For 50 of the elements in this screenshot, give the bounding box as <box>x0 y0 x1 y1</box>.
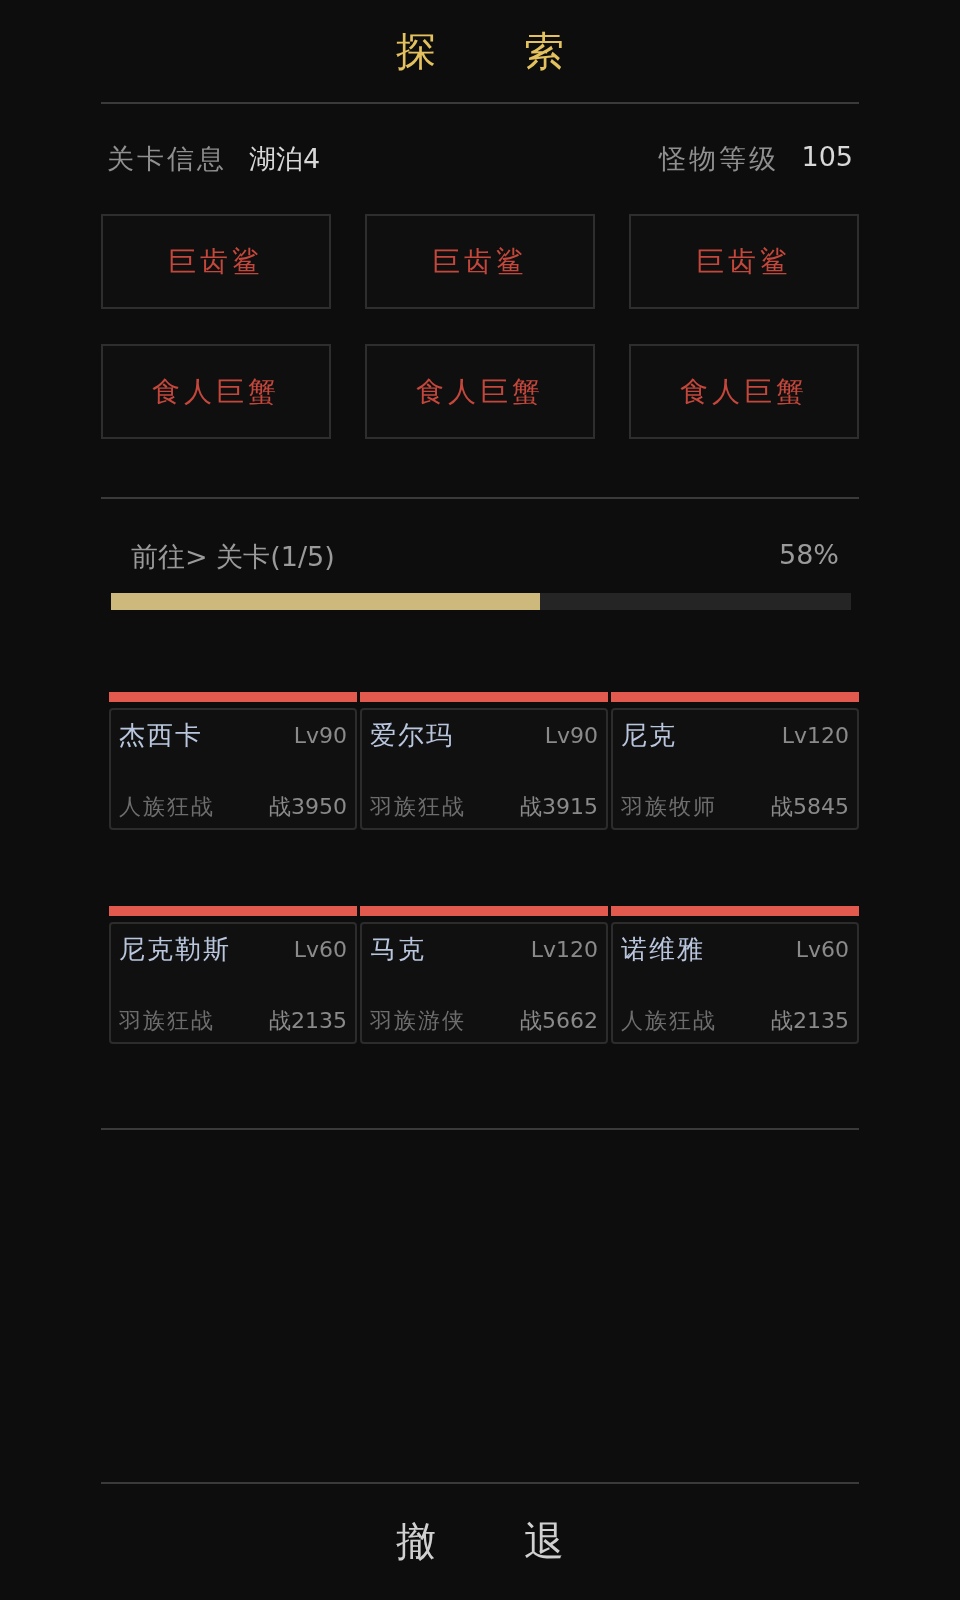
hero-class: 人族狂战 <box>119 793 215 821</box>
monster-name: 食人巨蟹 <box>680 373 808 410</box>
hero-name: 杰西卡 <box>119 719 203 752</box>
stage-info-label: 关卡信息 <box>107 142 227 176</box>
hero-class: 人族狂战 <box>621 1007 717 1035</box>
hero-level: Lv90 <box>544 723 598 748</box>
monster-card[interactable]: 巨齿鲨 <box>101 214 331 309</box>
hero-level: Lv90 <box>293 723 347 748</box>
monster-name: 食人巨蟹 <box>416 373 544 410</box>
hero-card[interactable]: 马克 Lv120 羽族游侠 战5662 <box>360 922 608 1044</box>
hero-class: 羽族游侠 <box>370 1007 466 1035</box>
monster-card[interactable]: 食人巨蟹 <box>365 344 595 439</box>
monster-card[interactable]: 巨齿鲨 <box>365 214 595 309</box>
hero-level: Lv60 <box>293 937 347 962</box>
progress-percent: 58% <box>779 539 839 572</box>
hero-level: Lv120 <box>530 937 598 962</box>
hero-level: Lv120 <box>781 723 849 748</box>
monster-name: 巨齿鲨 <box>696 243 792 280</box>
hero-name: 尼克 <box>621 719 677 752</box>
page-title: 探索 <box>396 26 652 76</box>
hero-power: 战3915 <box>520 793 598 821</box>
hero-class: 羽族狂战 <box>370 793 466 821</box>
progress-label: 前往> 关卡(1/5) <box>131 540 335 574</box>
hero-class: 羽族牧师 <box>621 793 717 821</box>
monster-name: 食人巨蟹 <box>152 373 280 410</box>
hero-power: 战5845 <box>771 793 849 821</box>
hero-name: 马克 <box>370 933 426 966</box>
monster-card[interactable]: 食人巨蟹 <box>101 344 331 439</box>
hero-name: 尼克勒斯 <box>119 933 231 966</box>
monster-level-label: 怪物等级 <box>659 142 780 176</box>
hero-name: 爱尔玛 <box>370 719 454 752</box>
monster-name: 巨齿鲨 <box>168 243 264 280</box>
hero-level: Lv60 <box>795 937 849 962</box>
hero-power: 战2135 <box>771 1007 849 1035</box>
hero-card[interactable]: 杰西卡 Lv90 人族狂战 战3950 <box>109 708 357 830</box>
monster-level-value: 105 <box>801 141 853 174</box>
stage-name: 湖泊4 <box>249 142 321 176</box>
monster-card[interactable]: 食人巨蟹 <box>629 344 859 439</box>
monster-name: 巨齿鲨 <box>432 243 528 280</box>
hero-name: 诺维雅 <box>621 933 705 966</box>
hero-card[interactable]: 尼克 Lv120 羽族牧师 战5845 <box>611 708 859 830</box>
hero-card[interactable]: 尼克勒斯 Lv60 羽族狂战 战2135 <box>109 922 357 1044</box>
hero-class: 羽族狂战 <box>119 1007 215 1035</box>
hero-power: 战2135 <box>269 1007 347 1035</box>
hero-power: 战3950 <box>269 793 347 821</box>
monster-card[interactable]: 巨齿鲨 <box>629 214 859 309</box>
retreat-button[interactable]: 撤退 <box>396 1506 652 1577</box>
hero-card[interactable]: 爱尔玛 Lv90 羽族狂战 战3915 <box>360 708 608 830</box>
hero-card[interactable]: 诺维雅 Lv60 人族狂战 战2135 <box>611 922 859 1044</box>
hero-power: 战5662 <box>520 1007 598 1035</box>
